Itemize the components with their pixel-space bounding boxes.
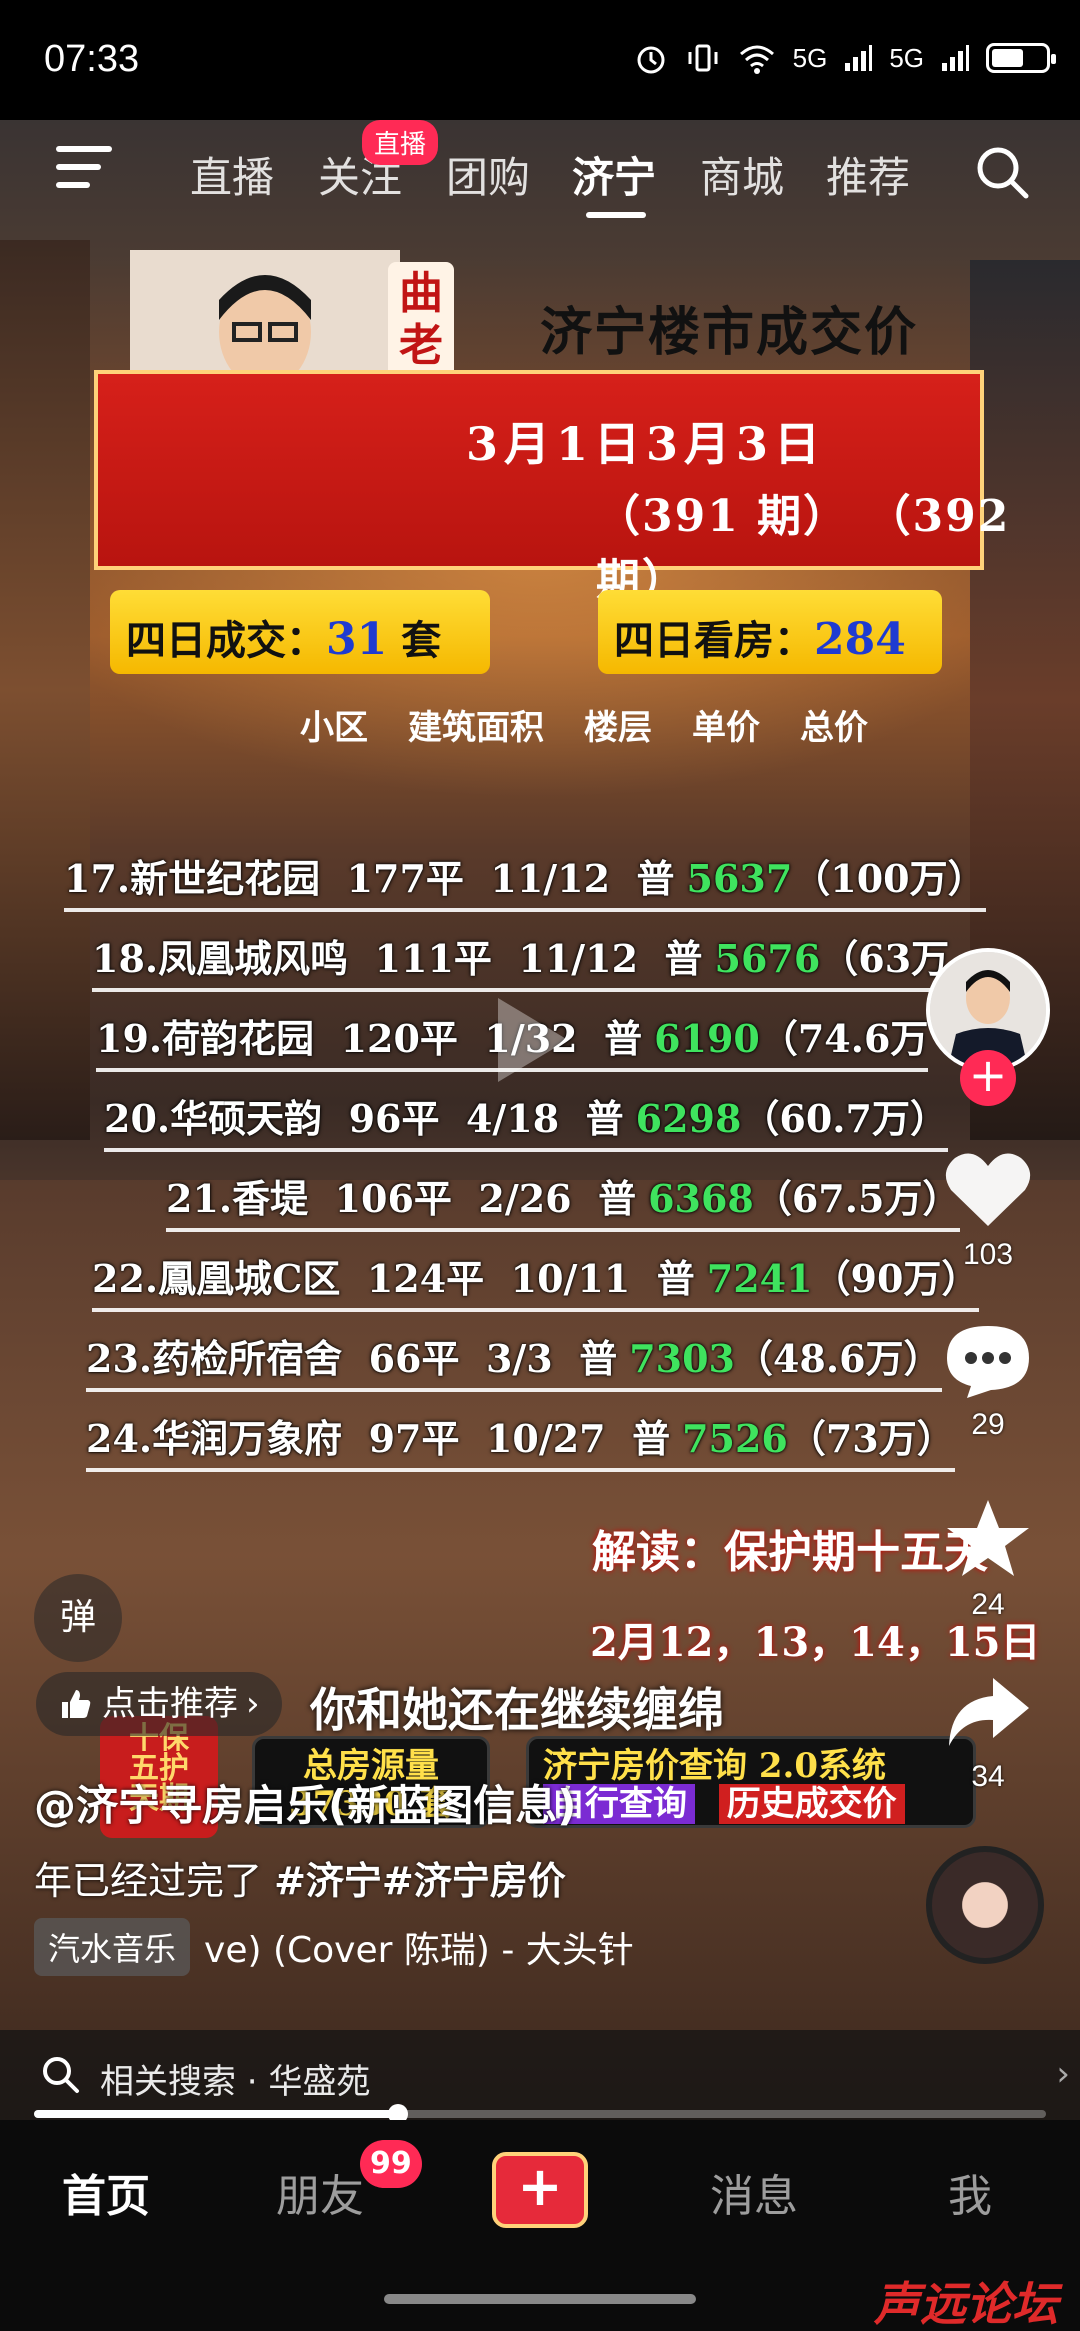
- tab-jining[interactable]: 济宁: [572, 144, 656, 205]
- lyric-subtitle: 你和她还在继续缠绵: [310, 1683, 724, 1737]
- progress-fill: [34, 2110, 399, 2118]
- share-icon: [949, 1678, 1029, 1746]
- friends-badge: 99: [360, 2140, 422, 2188]
- hashtags[interactable]: #济宁#济宁房价: [274, 1859, 566, 1903]
- video-caption: 年已经过完了 #济宁#济宁房价: [34, 1859, 566, 1903]
- table-row: 22.鳳凰城C区 124平 10/11 普 7241（90万）: [92, 1248, 980, 1312]
- heart-icon: [945, 1153, 1031, 1226]
- views-label: 四日看房：: [614, 617, 814, 664]
- music-title: ve) (Cover 陈瑞) - 大头针: [204, 1930, 634, 1971]
- favorite-button[interactable]: 24: [940, 1496, 1036, 1622]
- music-row[interactable]: 汽水音乐 ve) (Cover 陈瑞) - 大头针: [34, 1918, 634, 1976]
- deals-stat: 四日成交：31 套: [110, 590, 490, 674]
- favorite-count: 24: [971, 1588, 1005, 1621]
- share-count: 34: [971, 1760, 1005, 1793]
- column-header: 单价: [692, 708, 760, 748]
- battery-icon: [986, 43, 1056, 73]
- table-row: 24.华润万象府 97平 10/27 普 7526（73万）: [86, 1408, 955, 1472]
- video-title: 济宁楼市成交价: [540, 302, 919, 363]
- deals-value: 31: [326, 614, 388, 665]
- alarm-icon: [637, 46, 665, 74]
- star-icon: [947, 1500, 1029, 1576]
- danmaku-button[interactable]: 弹: [34, 1574, 122, 1662]
- deals-unit: 套: [401, 617, 442, 664]
- video-progress-bar[interactable]: [34, 2104, 1046, 2124]
- views-stat: 四日看房：284: [598, 590, 942, 674]
- create-button[interactable]: +: [492, 2152, 588, 2228]
- author-name[interactable]: @济宁寻房启乐(新蓝图信息): [34, 1772, 576, 1833]
- column-header: 楼层: [584, 708, 652, 748]
- tab-home[interactable]: 首页: [62, 2160, 150, 2224]
- play-icon: [498, 998, 568, 1082]
- tab-messages[interactable]: 消息: [710, 2160, 798, 2224]
- share-button[interactable]: 34: [940, 1672, 1036, 1794]
- music-app-tag: 汽水音乐: [34, 1918, 191, 1976]
- active-tab-indicator: [586, 212, 646, 218]
- period-numbers: （391 期） （392 期）: [596, 491, 1011, 606]
- wifi-icon: [739, 45, 774, 74]
- comment-button[interactable]: 29: [940, 1320, 1036, 1442]
- deals-label: 四日成交：: [126, 617, 326, 664]
- signal-label-2: 5G: [889, 42, 924, 73]
- status-bar: 07:33 5G 5G: [0, 0, 1080, 120]
- tab-me[interactable]: 我: [948, 2160, 992, 2224]
- related-search-text: 相关搜索 · 华盛苑: [100, 2062, 371, 2102]
- like-button[interactable]: 103: [940, 1150, 1036, 1272]
- table-row: 21.香堤 106平 2/26 普 6368（67.5万）: [166, 1168, 961, 1232]
- price-query-banner: 济宁房价查询 2.0系统 自行查询 历史成交价: [526, 1736, 976, 1828]
- column-header: 小区: [300, 708, 368, 748]
- search-icon: [43, 2057, 79, 2093]
- column-header: 总价: [800, 708, 868, 748]
- top-nav: 直播 关注 直播 团购 济宁 商城 推荐: [0, 120, 1080, 220]
- thumbs-up-icon: [62, 1690, 91, 1718]
- chevron-right-icon: ›: [246, 1684, 260, 1724]
- tab-group-buy[interactable]: 团购: [446, 144, 530, 205]
- signal-bars-icon: [942, 45, 969, 71]
- date-range: 3月1日3月3日: [466, 417, 827, 471]
- tab-friends[interactable]: 朋友: [276, 2160, 364, 2224]
- interpretation-text: 解读：保护期十五天: [592, 1527, 988, 1578]
- battery-level: [992, 49, 1023, 67]
- like-count: 103: [962, 1238, 1014, 1271]
- related-search-bar[interactable]: 相关搜索 · 华盛苑 ›: [0, 2030, 1080, 2120]
- status-time: 07:33: [44, 38, 140, 80]
- recommend-label: 点击推荐: [102, 1684, 238, 1724]
- comment-count: 29: [971, 1408, 1005, 1441]
- status-icons: 5G 5G: [633, 40, 1056, 76]
- column-header: 建筑面积: [408, 708, 544, 748]
- tab-recommend[interactable]: 推荐: [826, 144, 910, 205]
- menu-icon[interactable]: [56, 146, 112, 192]
- comment-icon: [947, 1326, 1029, 1398]
- search-icon[interactable]: [972, 142, 1032, 202]
- views-value: 284: [814, 614, 906, 665]
- chevron-right-icon: ›: [1056, 2054, 1070, 2094]
- home-indicator: [384, 2294, 696, 2304]
- table-row: 17.新世纪花园 177平 11/12 普 5637（100万）: [64, 848, 986, 912]
- signal-label-1: 5G: [792, 42, 828, 73]
- live-badge: 直播: [362, 120, 439, 165]
- tab-live[interactable]: 直播: [190, 144, 274, 205]
- table-row: 23.药检所宿舍 66平 3/3 普 7303（48.6万）: [86, 1328, 942, 1392]
- tab-mall[interactable]: 商城: [700, 144, 784, 205]
- music-disc[interactable]: [926, 1846, 1044, 1964]
- background-building-left: [0, 240, 90, 1140]
- recommend-button[interactable]: 点击推荐 ›: [36, 1672, 282, 1736]
- signal-bars-icon: [845, 45, 873, 71]
- follow-button[interactable]: +: [960, 1050, 1016, 1106]
- watermark-logo: 声远论坛: [874, 2277, 1058, 2331]
- column-headers: 小区 建筑面积 楼层 单价 总价: [300, 700, 868, 749]
- vibrate-icon: [688, 44, 718, 72]
